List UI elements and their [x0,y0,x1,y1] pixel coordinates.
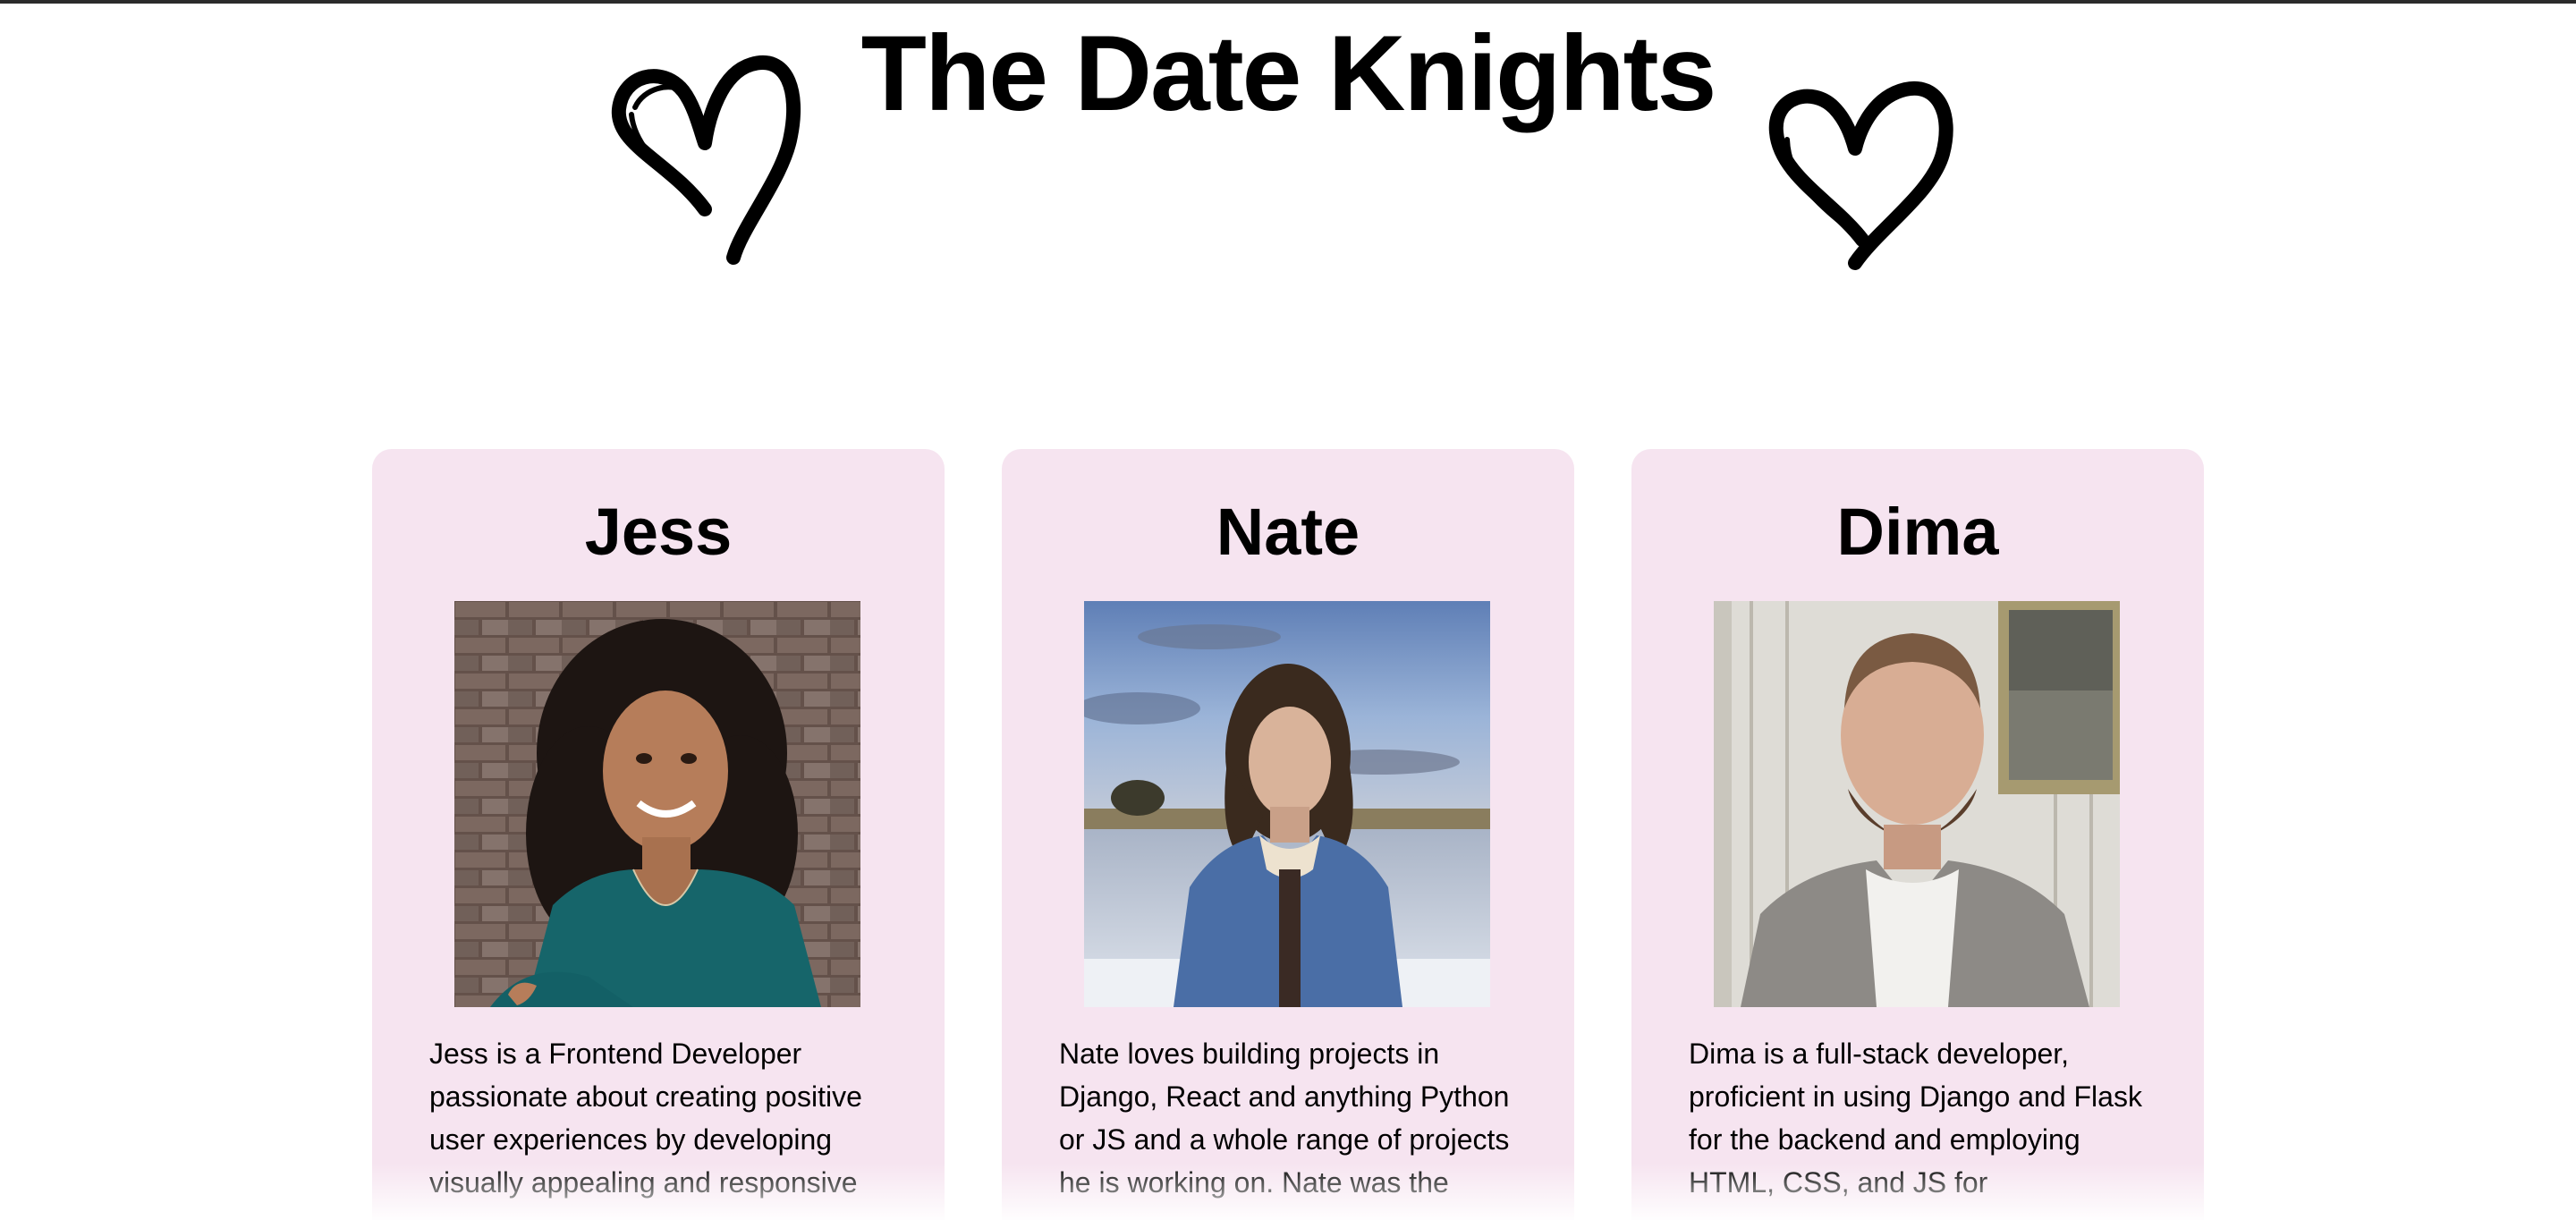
team-member-name: Dima [1836,495,1999,569]
heart-icon [608,55,807,265]
heart-icon [1762,77,1953,270]
team-card-jess: Jess Jess is a Frontend Developer passio… [372,449,945,1220]
team-member-name: Nate [1216,495,1360,569]
team-card-dima: Dima Dima is a full-stack developer, pro… [1631,449,2204,1220]
team-member-name: Jess [584,495,733,569]
bottom-fade [0,1163,2576,1220]
team-card-nate: Nate Nate loves building projects in Dja… [1002,449,1574,1220]
team-member-photo [454,601,860,1007]
team-member-photo [1714,601,2120,1007]
page-title: The Date Knights [860,13,1717,133]
window-top-border [0,0,2576,4]
team-member-photo [1084,601,1490,1007]
